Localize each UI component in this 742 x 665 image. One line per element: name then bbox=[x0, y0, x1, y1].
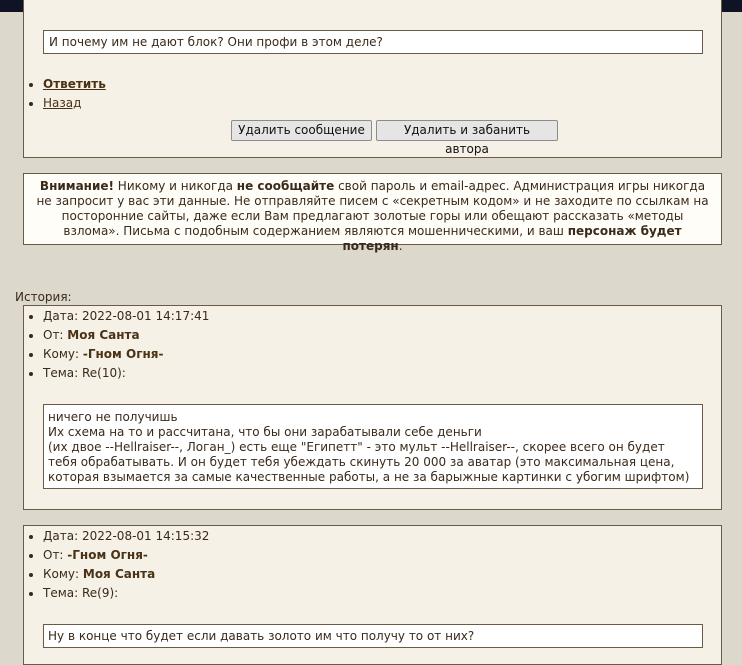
warning-title: Внимание! bbox=[39, 179, 114, 193]
date-value: 2022-08-01 14:17:41 bbox=[81, 309, 210, 323]
delete-and-ban-button[interactable]: Удалить и забанить автора bbox=[376, 120, 558, 156]
back-link[interactable]: Назад bbox=[43, 96, 81, 110]
reply-panel: И почему им не дают блок? Они профи в эт… bbox=[23, 0, 722, 158]
warning-emphasis: не сообщайте bbox=[236, 179, 335, 193]
history-message: Дата: 2022-08-01 14:15:32 От: -Гном Огня… bbox=[23, 525, 722, 665]
history-message: Дата: 2022-08-01 14:17:41 От: Моя Санта … bbox=[23, 305, 722, 510]
from-label: От: bbox=[43, 328, 68, 342]
sender-name: Моя Санта bbox=[67, 328, 140, 342]
message-date: Дата: 2022-08-01 14:17:41 bbox=[43, 307, 209, 326]
quoted-message-text: И почему им не дают блок? Они профи в эт… bbox=[49, 35, 383, 49]
message-meta: Дата: 2022-08-01 14:17:41 От: Моя Санта … bbox=[24, 307, 209, 383]
message-line: которая взымается за самые качественные … bbox=[48, 470, 690, 484]
history-label: История: bbox=[15, 290, 72, 304]
security-warning-text: Внимание! Никому и никогда не сообщайте … bbox=[32, 179, 713, 254]
message-to: Кому: Моя Санта bbox=[43, 565, 209, 584]
message-from: От: Моя Санта bbox=[43, 326, 209, 345]
message-line: (их двое --Hellraiser--, Логан_) есть ещ… bbox=[48, 440, 665, 454]
from-label: От: bbox=[43, 548, 68, 562]
subject-value: Re(9): bbox=[81, 586, 119, 600]
reply-list-item: Ответить bbox=[43, 75, 106, 94]
subject-value: Re(10): bbox=[81, 366, 126, 380]
date-label: Дата: bbox=[43, 529, 82, 543]
recipient-name: -Гном Огня- bbox=[82, 347, 164, 361]
reply-actions: Ответить Назад bbox=[24, 75, 106, 113]
message-body: Ну в конце что будет если давать золото … bbox=[43, 624, 703, 648]
message-from: От: -Гном Огня- bbox=[43, 546, 209, 565]
quoted-message: И почему им не дают блок? Они профи в эт… bbox=[43, 30, 703, 54]
subject-label: Тема: bbox=[43, 586, 82, 600]
warning-text-part: . bbox=[398, 239, 403, 253]
sender-name: -Гном Огня- bbox=[67, 548, 148, 562]
back-list-item: Назад bbox=[43, 94, 106, 113]
message-line: ничего не получишь bbox=[48, 410, 178, 424]
to-label: Кому: bbox=[43, 347, 83, 361]
message-meta: Дата: 2022-08-01 14:15:32 От: -Гном Огня… bbox=[24, 527, 209, 603]
security-warning: Внимание! Никому и никогда не сообщайте … bbox=[23, 173, 722, 253]
message-subject: Тема: Re(10): bbox=[43, 364, 209, 383]
message-line: Ну в конце что будет если давать золото … bbox=[48, 629, 475, 643]
date-value: 2022-08-01 14:15:32 bbox=[81, 529, 210, 543]
date-label: Дата: bbox=[43, 309, 82, 323]
recipient-name: Моя Санта bbox=[82, 567, 156, 581]
delete-message-button[interactable]: Удалить сообщение bbox=[231, 120, 372, 141]
message-line: тебя обрабатывать. И он будет тебя убежд… bbox=[48, 455, 675, 469]
subject-label: Тема: bbox=[43, 366, 82, 380]
warning-text-part: Никому и никогда bbox=[113, 179, 237, 193]
to-label: Кому: bbox=[43, 567, 83, 581]
message-to: Кому: -Гном Огня- bbox=[43, 345, 209, 364]
message-subject: Тема: Re(9): bbox=[43, 584, 209, 603]
message-line: Их схема на то и рассчитана, что бы они … bbox=[48, 425, 482, 439]
message-date: Дата: 2022-08-01 14:15:32 bbox=[43, 527, 209, 546]
reply-link[interactable]: Ответить bbox=[43, 77, 106, 91]
message-body: ничего не получишь Их схема на то и расс… bbox=[43, 404, 703, 489]
